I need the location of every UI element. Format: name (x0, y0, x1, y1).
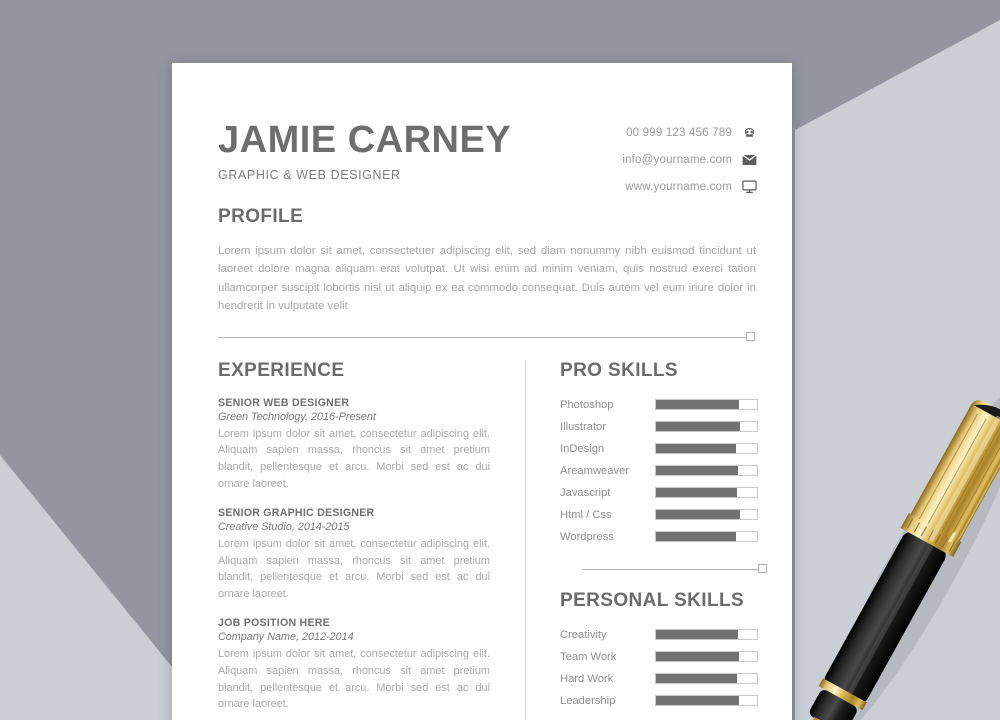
skill-bar-fill (656, 510, 740, 520)
skill-bar-track (655, 509, 758, 521)
skill-bar-fill (656, 400, 739, 410)
personal-skill-row: Creativity (560, 624, 758, 646)
skill-bar-track (655, 531, 758, 543)
divider-pro-skills (560, 563, 767, 574)
skill-bar-track (655, 629, 758, 641)
skill-bar-track (655, 465, 758, 477)
experience-entry-subtitle: Green Technology, 2016-Present (218, 410, 376, 423)
screenshot-stage: JAMIE CARNEY GRAPHIC & WEB DESIGNER 00 9… (0, 0, 1000, 720)
experience-entry-description: Lorem ipsum dolor sit amet, consectetur … (218, 538, 490, 600)
skill-label: InDesign (560, 442, 605, 455)
resume-left-column: EXPERIENCE SENIOR WEB DESIGNER Green Tec… (218, 360, 508, 720)
skill-label: Wordpress (560, 530, 614, 543)
contact-email-text: info@yourname.com (622, 154, 732, 166)
pro-skill-row: Wordpress (560, 526, 758, 548)
skill-bar-track (655, 399, 758, 411)
experience-entry-subtitle: Creative Studio, 2014-2015 (218, 521, 350, 534)
skill-bar-track (655, 651, 758, 663)
pro-skill-row: InDesign (560, 438, 758, 460)
skill-bar-track (655, 673, 758, 685)
skill-bar-fill (656, 652, 739, 662)
contact-row-email[interactable]: info@yourname.com (622, 152, 758, 168)
skill-label: Leadership (560, 694, 616, 707)
pro-skill-row: Photoshop (560, 394, 758, 416)
experience-entry-subtitle: Company Name, 2012-2014 (218, 631, 354, 644)
section-title-profile: PROFILE (218, 206, 304, 227)
personal-skills-list: Creativity Team Work Hard Work Leadership (560, 624, 758, 712)
divider-line (582, 568, 758, 570)
experience-entry: JOB POSITION HERE Company Name, 2012-201… (218, 617, 508, 712)
divider-line (218, 336, 746, 338)
divider-profile (218, 331, 758, 342)
divider-square-tip (746, 331, 755, 341)
pro-skill-row: Areamweaver (560, 460, 758, 482)
section-title-pro-skills: PRO SKILLS (560, 359, 679, 381)
pro-skill-row: Illustrator (560, 416, 758, 438)
section-title-experience: EXPERIENCE (218, 359, 345, 381)
skill-bar-track (655, 695, 758, 707)
skill-bar-fill (656, 444, 736, 454)
section-experience: EXPERIENCE SENIOR WEB DESIGNER Green Tec… (218, 360, 508, 713)
skill-bar-fill (656, 674, 737, 684)
skill-label: Illustrator (560, 420, 607, 433)
profile-body-text: Lorem ipsum dolor sit amet, consectetuer… (218, 245, 756, 313)
contact-block: 00 999 123 456 789 info@yourname.com www… (622, 125, 758, 206)
skill-label: Javascript (560, 486, 611, 499)
skill-bar-fill (656, 630, 738, 640)
personal-skill-row: Leadership (560, 690, 758, 712)
pro-skill-row: Javascript (560, 482, 758, 504)
divider-square-tip (758, 563, 767, 573)
skill-label: Team Work (560, 650, 617, 663)
skill-bar-fill (656, 532, 736, 542)
resume-page: JAMIE CARNEY GRAPHIC & WEB DESIGNER 00 9… (172, 63, 792, 720)
skill-label: Areamweaver (560, 464, 630, 477)
telephone-icon (741, 125, 758, 141)
resume-right-column: PRO SKILLS Photoshop Illustrator InDesign A… (526, 360, 767, 720)
skill-bar-track (655, 487, 758, 499)
pro-skill-row: Html / Css (560, 504, 758, 526)
contact-row-phone[interactable]: 00 999 123 456 789 (622, 125, 758, 141)
section-personal-skills: PERSONAL SKILLS Creativity Team Work Hard … (560, 590, 758, 712)
resume-body-columns: EXPERIENCE SENIOR WEB DESIGNER Green Tec… (218, 359, 767, 720)
section-title-personal-skills: PERSONAL SKILLS (560, 589, 745, 611)
monitor-icon (741, 179, 758, 195)
resume-content: JAMIE CARNEY GRAPHIC & WEB DESIGNER 00 9… (218, 63, 767, 720)
skill-bar-track (655, 443, 758, 455)
skill-label: Photoshop (560, 398, 614, 411)
experience-entry: SENIOR WEB DESIGNER Green Technology, 20… (218, 397, 508, 492)
skill-label: Hard Work (560, 672, 614, 685)
pro-skills-list: Photoshop Illustrator InDesign Areamweaver J… (560, 394, 758, 548)
skill-bar-fill (656, 696, 739, 706)
skill-label: Html / Css (560, 508, 612, 521)
envelope-icon (741, 152, 758, 168)
skill-bar-fill (656, 422, 740, 432)
experience-entry-title: SENIOR GRAPHIC DESIGNER (218, 507, 375, 520)
section-pro-skills: PRO SKILLS Photoshop Illustrator InDesign A… (560, 360, 758, 548)
contact-row-website[interactable]: www.yourname.com (622, 179, 758, 195)
experience-entry-title: SENIOR WEB DESIGNER (218, 396, 350, 409)
experience-entry-description: Lorem ipsum dolor sit amet, consectetur … (218, 648, 490, 711)
resume-header: JAMIE CARNEY GRAPHIC & WEB DESIGNER 00 9… (218, 63, 758, 193)
experience-entry: SENIOR GRAPHIC DESIGNER Creative Studio,… (218, 507, 508, 602)
personal-skill-row: Hard Work (560, 668, 758, 690)
section-profile: PROFILE Lorem ipsum dolor sit amet, cons… (218, 206, 758, 316)
experience-entry-description: Lorem ipsum dolor sit amet, consectetur … (218, 427, 490, 490)
skill-bar-fill (656, 466, 738, 476)
skill-bar-fill (656, 488, 737, 498)
skill-label: Creativity (560, 628, 607, 641)
skill-bar-track (655, 421, 758, 433)
contact-phone-text: 00 999 123 456 789 (626, 127, 732, 139)
experience-entry-title: JOB POSITION HERE (218, 617, 330, 630)
personal-skill-row: Team Work (560, 646, 758, 668)
contact-website-text: www.yourname.com (625, 181, 732, 193)
